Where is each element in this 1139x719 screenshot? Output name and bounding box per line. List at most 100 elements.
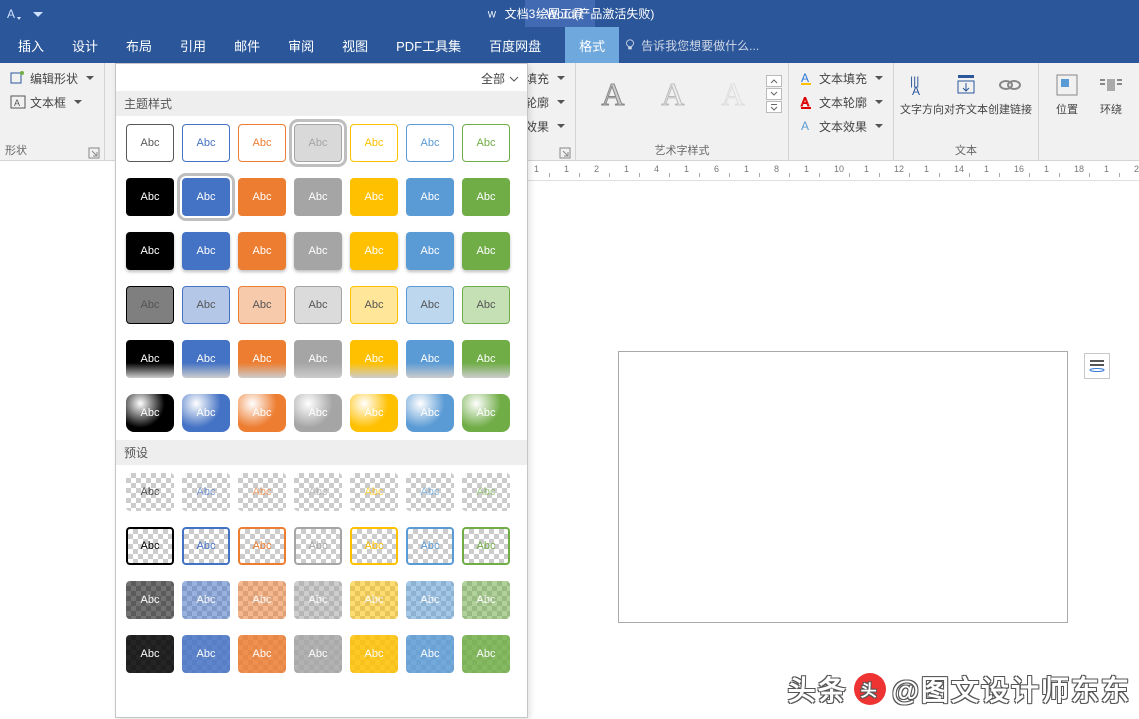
qat-item[interactable]: A xyxy=(4,4,24,24)
theme-style-swatch[interactable]: Abc xyxy=(294,340,342,378)
theme-style-swatch[interactable]: Abc xyxy=(238,394,286,432)
theme-style-swatch[interactable]: Abc xyxy=(462,286,510,324)
preset-style-swatch[interactable]: Abc xyxy=(462,527,510,565)
tab-format[interactable]: 格式 xyxy=(565,27,619,63)
preset-style-swatch[interactable]: Abc xyxy=(182,581,230,619)
wordart-style-1[interactable]: A xyxy=(588,69,638,119)
horizontal-ruler[interactable]: 1121416181101121141161181201221241261281… xyxy=(528,161,1139,181)
style-panel-filter[interactable]: 全部 xyxy=(116,70,527,91)
selected-shape-rectangle[interactable] xyxy=(618,351,1068,623)
tell-me-search[interactable]: 告诉我您想要做什么... xyxy=(623,37,759,54)
text-outline-button[interactable]: A 文本轮廓 xyxy=(795,91,887,113)
preset-style-swatch[interactable]: Abc xyxy=(350,527,398,565)
preset-style-swatch[interactable]: Abc xyxy=(126,473,174,511)
theme-style-swatch[interactable]: Abc xyxy=(294,394,342,432)
theme-style-swatch[interactable]: Abc xyxy=(350,394,398,432)
textbox-button[interactable]: A 文本框 xyxy=(6,91,98,113)
preset-style-swatch[interactable]: Abc xyxy=(126,635,174,673)
text-fill-button[interactable]: A 文本填充 xyxy=(795,67,887,89)
wrap-button[interactable]: 环绕 xyxy=(1089,67,1133,133)
theme-style-swatch[interactable]: Abc xyxy=(126,286,174,324)
preset-style-swatch[interactable]: Abc xyxy=(238,473,286,511)
preset-style-swatch[interactable]: Abc xyxy=(294,527,342,565)
preset-style-swatch[interactable]: Abc xyxy=(182,527,230,565)
theme-style-swatch[interactable]: Abc xyxy=(294,286,342,324)
tab-design[interactable]: 设计 xyxy=(58,27,112,63)
theme-style-swatch[interactable]: Abc xyxy=(238,286,286,324)
layout-options-button[interactable] xyxy=(1084,353,1110,379)
preset-style-swatch[interactable]: Abc xyxy=(294,473,342,511)
text-effects-button[interactable]: A 文本效果 xyxy=(795,115,887,137)
dialog-launcher-icon[interactable] xyxy=(559,147,571,159)
preset-style-swatch[interactable]: Abc xyxy=(294,635,342,673)
theme-style-swatch[interactable]: Abc xyxy=(238,340,286,378)
theme-style-swatch[interactable]: Abc xyxy=(406,124,454,162)
tab-mail[interactable]: 邮件 xyxy=(220,27,274,63)
theme-style-swatch[interactable]: Abc xyxy=(406,394,454,432)
preset-style-swatch[interactable]: Abc xyxy=(126,527,174,565)
theme-style-swatch[interactable]: Abc xyxy=(406,340,454,378)
dialog-launcher-icon[interactable] xyxy=(88,147,100,159)
gallery-more-button[interactable] xyxy=(766,101,782,113)
theme-style-swatch[interactable]: Abc xyxy=(462,124,510,162)
preset-style-swatch[interactable]: Abc xyxy=(182,473,230,511)
preset-style-swatch[interactable]: Abc xyxy=(350,473,398,511)
preset-style-swatch[interactable]: Abc xyxy=(350,635,398,673)
preset-style-swatch[interactable]: Abc xyxy=(406,581,454,619)
tab-pdf[interactable]: PDF工具集 xyxy=(382,27,475,63)
preset-style-swatch[interactable]: Abc xyxy=(126,581,174,619)
gallery-down-button[interactable] xyxy=(766,88,782,100)
theme-style-swatch[interactable]: Abc xyxy=(238,232,286,270)
theme-style-swatch[interactable]: Abc xyxy=(350,286,398,324)
align-text-button[interactable]: 对齐文本 xyxy=(944,67,988,133)
create-link-button[interactable]: 创建链接 xyxy=(988,67,1032,133)
wordart-style-3[interactable]: A xyxy=(708,69,758,119)
preset-style-swatch[interactable]: Abc xyxy=(238,527,286,565)
theme-style-swatch[interactable]: Abc xyxy=(126,124,174,162)
preset-style-swatch[interactable]: Abc xyxy=(406,635,454,673)
tab-view[interactable]: 视图 xyxy=(328,27,382,63)
tab-layout[interactable]: 布局 xyxy=(112,27,166,63)
theme-style-swatch[interactable]: Abc xyxy=(182,394,230,432)
theme-style-swatch[interactable]: Abc xyxy=(294,232,342,270)
theme-style-swatch[interactable]: Abc xyxy=(182,124,230,162)
theme-style-swatch[interactable]: Abc xyxy=(462,178,510,216)
theme-style-swatch[interactable]: Abc xyxy=(126,340,174,378)
edit-shape-button[interactable]: 编辑形状 xyxy=(6,67,98,89)
theme-style-swatch[interactable]: Abc xyxy=(350,124,398,162)
theme-style-swatch[interactable]: Abc xyxy=(126,232,174,270)
theme-style-swatch[interactable]: Abc xyxy=(462,340,510,378)
preset-style-swatch[interactable]: Abc xyxy=(462,581,510,619)
preset-style-swatch[interactable]: Abc xyxy=(238,635,286,673)
tab-references[interactable]: 引用 xyxy=(166,27,220,63)
theme-style-swatch[interactable]: Abc xyxy=(182,232,230,270)
wordart-style-2[interactable]: A xyxy=(648,69,698,119)
preset-style-swatch[interactable]: Abc xyxy=(462,635,510,673)
theme-style-swatch[interactable]: Abc xyxy=(238,124,286,162)
theme-style-swatch[interactable]: Abc xyxy=(462,232,510,270)
theme-style-swatch[interactable]: Abc xyxy=(182,340,230,378)
theme-style-swatch[interactable]: Abc xyxy=(406,178,454,216)
theme-style-swatch[interactable]: Abc xyxy=(238,178,286,216)
tab-review[interactable]: 审阅 xyxy=(274,27,328,63)
preset-style-swatch[interactable]: Abc xyxy=(406,527,454,565)
theme-style-swatch[interactable]: Abc xyxy=(126,178,174,216)
theme-style-swatch[interactable]: Abc xyxy=(406,286,454,324)
preset-style-swatch[interactable]: Abc xyxy=(182,635,230,673)
gallery-up-button[interactable] xyxy=(766,75,782,87)
preset-style-swatch[interactable]: Abc xyxy=(350,581,398,619)
theme-style-swatch[interactable]: Abc xyxy=(462,394,510,432)
theme-style-swatch[interactable]: Abc xyxy=(350,178,398,216)
tab-baidu[interactable]: 百度网盘 xyxy=(475,27,555,63)
preset-style-swatch[interactable]: Abc xyxy=(406,473,454,511)
theme-style-swatch[interactable]: Abc xyxy=(294,124,342,162)
preset-style-swatch[interactable]: Abc xyxy=(238,581,286,619)
theme-style-swatch[interactable]: Abc xyxy=(350,232,398,270)
preset-style-swatch[interactable]: Abc xyxy=(462,473,510,511)
theme-style-swatch[interactable]: Abc xyxy=(406,232,454,270)
theme-style-swatch[interactable]: Abc xyxy=(182,286,230,324)
text-direction-button[interactable]: |||A 文字方向 xyxy=(900,67,944,133)
theme-style-swatch[interactable]: Abc xyxy=(126,394,174,432)
theme-style-swatch[interactable]: Abc xyxy=(182,178,230,216)
qat-more[interactable] xyxy=(28,4,48,24)
